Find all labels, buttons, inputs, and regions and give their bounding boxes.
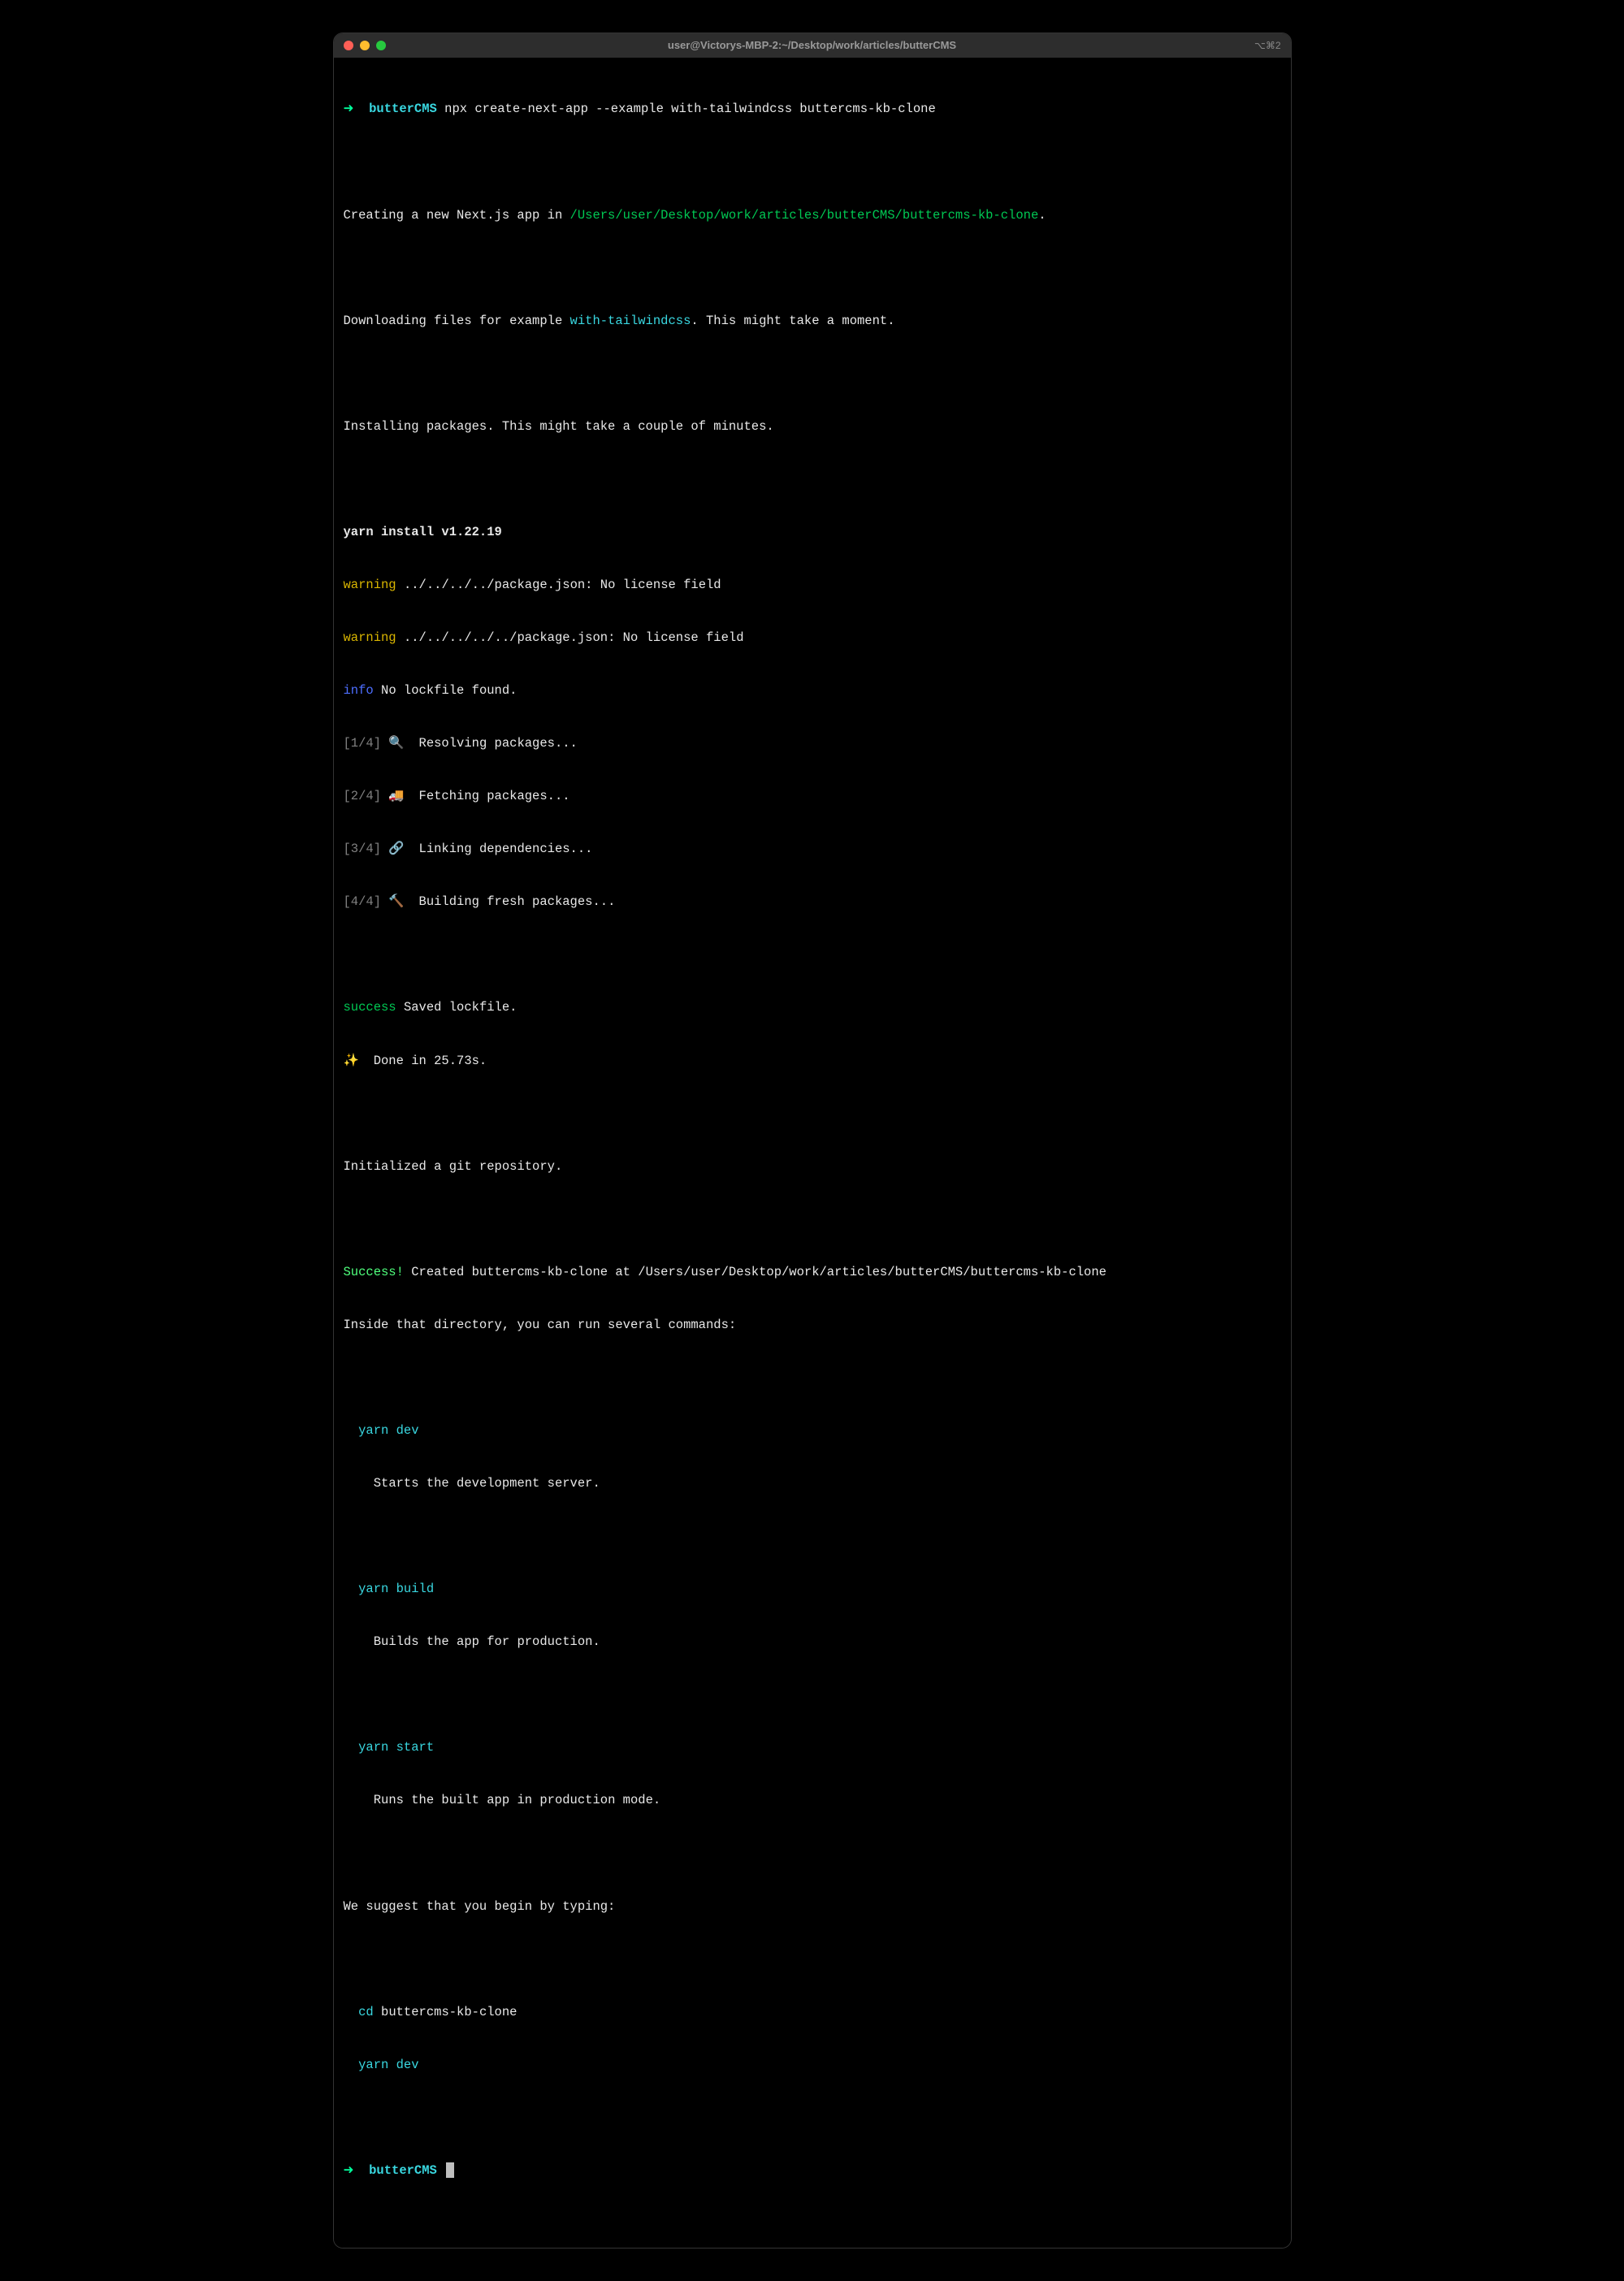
suggested-command: yarn build (358, 1582, 434, 1596)
cd-arg: buttercms-kb-clone (381, 2005, 517, 2019)
output-line: Initialized a git repository. (344, 1158, 1281, 1176)
blank-line (344, 1211, 1281, 1229)
description-text: Starts the development server. (374, 1476, 600, 1491)
cd-command: cd (358, 2005, 374, 2019)
blank-line (344, 1106, 1281, 1123)
prompt-arrow-icon: ➜ (344, 102, 354, 116)
description-text: Builds the app for production. (374, 1634, 600, 1649)
command-text: npx create-next-app --example with-tailw… (444, 102, 936, 116)
minimize-button[interactable] (360, 41, 370, 50)
blank-line (344, 1686, 1281, 1704)
step-prefix: [2/4] (344, 789, 382, 803)
output-text: . This might take a moment. (691, 314, 894, 328)
command-suggestion: cd buttercms-kb-clone (344, 2004, 1281, 2022)
window-title: user@Victorys-MBP-2:~/Desktop/work/artic… (334, 38, 1291, 53)
magnifier-icon: 🔍 (388, 735, 404, 753)
info-label: info (344, 683, 374, 698)
step-line: [3/4] 🔗 Linking dependencies... (344, 841, 1281, 859)
step-prefix: [3/4] (344, 842, 382, 856)
maximize-button[interactable] (376, 41, 386, 50)
output-line: Downloading files for example with-tailw… (344, 313, 1281, 331)
output-line: We suggest that you begin by typing: (344, 1898, 1281, 1916)
command-description: Builds the app for production. (344, 1634, 1281, 1651)
command-description: Starts the development server. (344, 1475, 1281, 1493)
step-text: Building fresh packages... (419, 894, 616, 909)
success-label: success (344, 1000, 396, 1015)
warning-line: warning ../../../../package.json: No lic… (344, 577, 1281, 595)
titlebar[interactable]: user@Victorys-MBP-2:~/Desktop/work/artic… (334, 33, 1291, 58)
output-text: Downloading files for example (344, 314, 570, 328)
prompt-line: ➜ butterCMS npx create-next-app --exampl… (344, 101, 1281, 119)
step-line: [1/4] 🔍 Resolving packages... (344, 735, 1281, 753)
suggested-command: yarn dev (358, 2058, 418, 2072)
step-line: [4/4] 🔨 Building fresh packages... (344, 894, 1281, 911)
output-line: Creating a new Next.js app in /Users/use… (344, 207, 1281, 225)
blank-line (344, 1951, 1281, 1969)
blank-line (344, 946, 1281, 964)
output-text: Creating a new Next.js app in (344, 208, 570, 223)
step-text: Resolving packages... (419, 736, 578, 751)
step-text: Fetching packages... (419, 789, 570, 803)
prompt-dir: butterCMS (369, 102, 437, 116)
blank-line (344, 1370, 1281, 1387)
success-line: success Saved lockfile. (344, 999, 1281, 1017)
blank-line (344, 1845, 1281, 1863)
traffic-lights (344, 41, 386, 50)
output-example: with-tailwindcss (570, 314, 691, 328)
blank-line (344, 154, 1281, 171)
suggested-command: yarn dev (358, 1423, 418, 1438)
terminal-window: user@Victorys-MBP-2:~/Desktop/work/artic… (333, 32, 1292, 2249)
prompt-arrow-icon: ➜ (344, 2163, 354, 2178)
truck-icon: 🚚 (388, 788, 404, 806)
done-text: Done in 25.73s. (374, 1054, 487, 1068)
suggested-command: yarn start (358, 1740, 434, 1755)
blank-line (344, 366, 1281, 383)
blank-line (344, 471, 1281, 489)
warning-text: ../../../../package.json: No license fie… (404, 578, 721, 592)
output-line: Installing packages. This might take a c… (344, 418, 1281, 436)
step-prefix: [1/4] (344, 736, 382, 751)
yarn-install-line: yarn install v1.22.19 (344, 524, 1281, 542)
done-line: ✨ Done in 25.73s. (344, 1053, 1281, 1071)
step-text: Linking dependencies... (419, 842, 593, 856)
window-shortcut: ⌥⌘2 (1254, 39, 1281, 53)
step-line: [2/4] 🚚 Fetching packages... (344, 788, 1281, 806)
sparkles-icon: ✨ (344, 1053, 359, 1071)
link-icon: 🔗 (388, 841, 404, 859)
command-suggestion: yarn build (344, 1581, 1281, 1599)
prompt-line[interactable]: ➜ butterCMS (344, 2162, 1281, 2180)
output-text: . (1038, 208, 1046, 223)
success-label: Success! (344, 1265, 404, 1279)
warning-label: warning (344, 578, 396, 592)
output-line: Inside that directory, you can run sever… (344, 1317, 1281, 1335)
prompt-dir: butterCMS (369, 2163, 437, 2178)
warning-text: ../../../../../package.json: No license … (404, 630, 744, 645)
success-line: Success! Created buttercms-kb-clone at /… (344, 1264, 1281, 1282)
success-text: Created buttercms-kb-clone at /Users/use… (404, 1265, 1106, 1279)
info-line: info No lockfile found. (344, 682, 1281, 700)
warning-label: warning (344, 630, 396, 645)
command-description: Runs the built app in production mode. (344, 1792, 1281, 1810)
hammer-icon: 🔨 (388, 894, 404, 911)
command-suggestion: yarn dev (344, 2057, 1281, 2075)
info-text: No lockfile found. (381, 683, 517, 698)
terminal-body[interactable]: ➜ butterCMS npx create-next-app --exampl… (334, 58, 1291, 2248)
success-text: Saved lockfile. (404, 1000, 518, 1015)
description-text: Runs the built app in production mode. (374, 1793, 660, 1807)
blank-line (344, 1528, 1281, 1546)
blank-line (344, 260, 1281, 278)
command-suggestion: yarn start (344, 1739, 1281, 1757)
warning-line: warning ../../../../../package.json: No … (344, 630, 1281, 647)
cursor (446, 2162, 454, 2178)
close-button[interactable] (344, 41, 353, 50)
blank-line (344, 2110, 1281, 2127)
output-path: /Users/user/Desktop/work/articles/butter… (570, 208, 1039, 223)
step-prefix: [4/4] (344, 894, 382, 909)
command-suggestion: yarn dev (344, 1422, 1281, 1440)
